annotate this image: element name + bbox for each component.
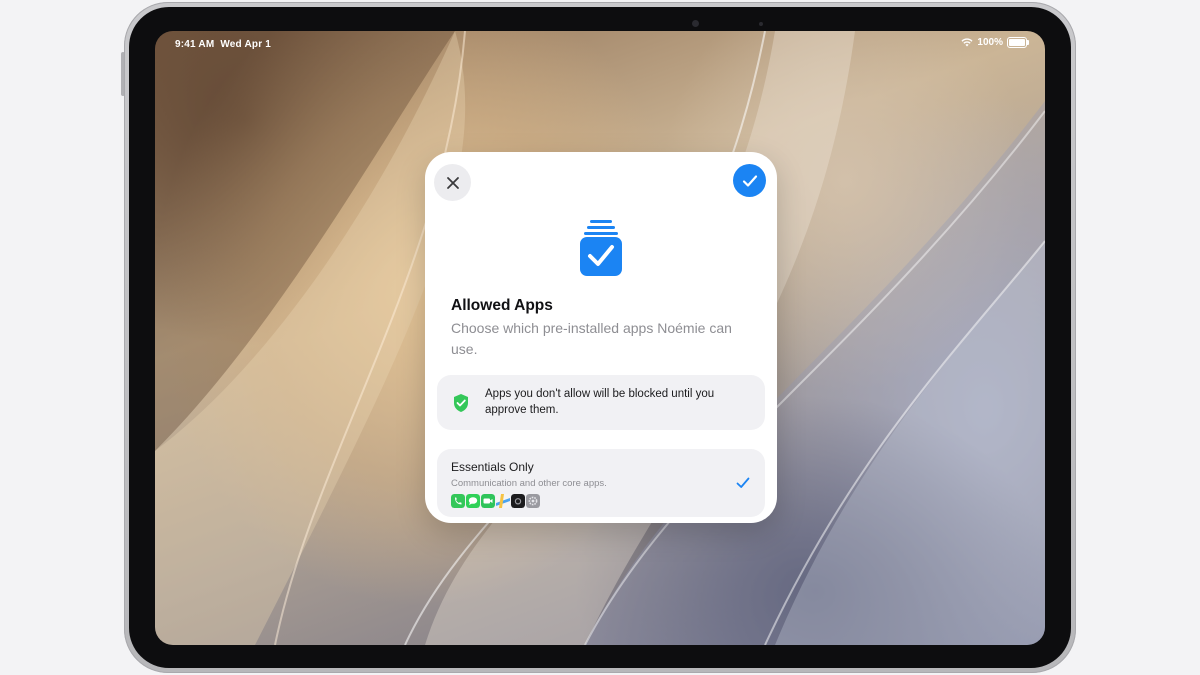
messages-app-icon [466, 494, 480, 508]
allowed-apps-icon [580, 220, 622, 276]
close-icon [446, 176, 459, 189]
blocked-apps-notice: Apps you don't allow will be blocked unt… [437, 375, 765, 430]
essentials-only-option[interactable]: Essentials Only Communication and other … [437, 449, 765, 517]
option-app-icons [451, 494, 540, 508]
status-right-group: 100% [961, 37, 1029, 48]
allowed-apps-sheet: Allowed Apps Choose which pre-installed … [425, 152, 777, 523]
close-button[interactable] [434, 164, 471, 201]
shield-check-icon [454, 394, 468, 412]
status-time: 9:41 AM Wed Apr 1 [175, 39, 272, 50]
ambient-sensor [759, 22, 763, 26]
maps-app-icon [496, 494, 510, 508]
facetime-app-icon [481, 494, 495, 508]
camera-app-icon [511, 494, 525, 508]
option-description: Communication and other core apps. [451, 478, 607, 489]
phone-app-icon [451, 494, 465, 508]
wifi-icon [961, 38, 973, 47]
checkmark-icon [742, 174, 757, 187]
battery-icon [1007, 37, 1029, 48]
selected-check-icon [736, 477, 750, 488]
battery-percent: 100% [977, 37, 1003, 48]
notice-text: Apps you don't allow will be blocked unt… [485, 388, 715, 416]
settings-app-icon [526, 494, 540, 508]
sheet-title: Allowed Apps [451, 297, 553, 314]
done-button[interactable] [733, 164, 766, 197]
front-camera [692, 20, 699, 27]
sheet-subtitle: Choose which pre-installed apps Noémie c… [451, 320, 732, 357]
option-title: Essentials Only [451, 460, 534, 474]
